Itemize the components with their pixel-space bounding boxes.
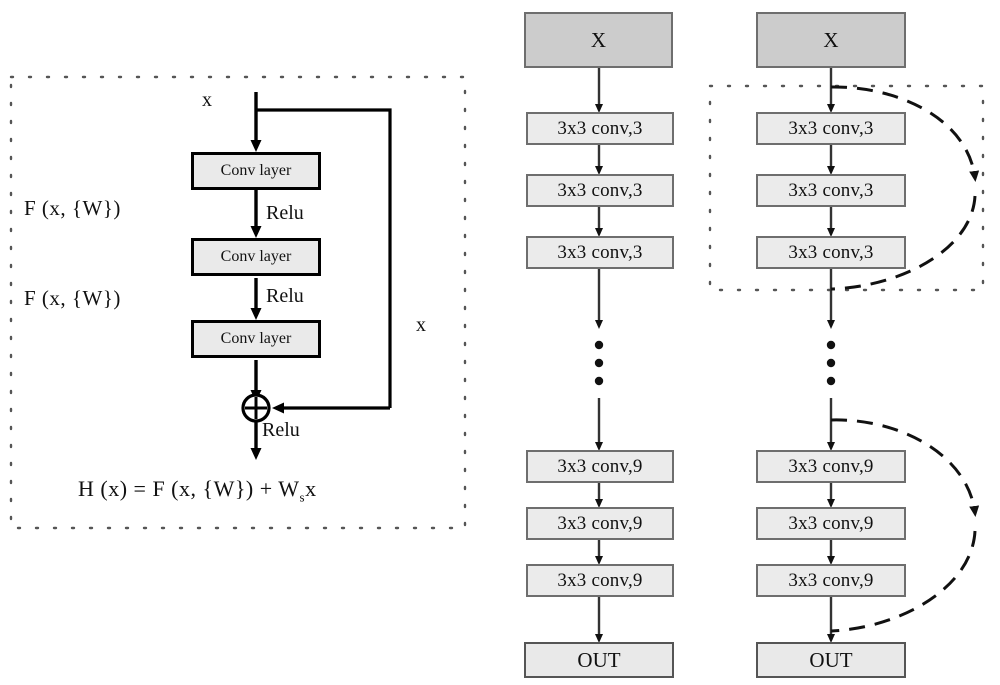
conv-layer-box-1[interactable]: Conv layer — [191, 152, 321, 190]
right-ellipsis-dot-3 — [826, 376, 836, 386]
right-conv-box-6[interactable]: 3x3 conv,9 — [756, 564, 906, 597]
residual-equation: H (x) = F (x, {W}) + Wsx — [78, 476, 317, 504]
relu-label-2: Relu — [266, 285, 304, 307]
mid-conv-box-4[interactable]: 3x3 conv,9 — [526, 450, 674, 483]
conv-layer-box-2[interactable]: Conv layer — [191, 238, 321, 276]
mid-ellipsis-dot-2 — [594, 358, 604, 368]
right-conv-box-1[interactable]: 3x3 conv,3 — [756, 112, 906, 145]
mid-conv-box-3[interactable]: 3x3 conv,3 — [526, 236, 674, 269]
right-conv-box-5[interactable]: 3x3 conv,9 — [756, 507, 906, 540]
left-input-label: x — [202, 89, 212, 111]
relu-label-1: Relu — [266, 202, 304, 224]
right-conv-box-3[interactable]: 3x3 conv,3 — [756, 236, 906, 269]
mid-conv-box-2[interactable]: 3x3 conv,3 — [526, 174, 674, 207]
left-function-label-1: F (x, {W}) — [24, 196, 121, 220]
mid-input-box[interactable]: X — [524, 12, 673, 68]
equation-part-2: x — [305, 476, 317, 501]
right-conv-box-4[interactable]: 3x3 conv,9 — [756, 450, 906, 483]
left-function-label-2: F (x, {W}) — [24, 286, 121, 310]
right-ellipsis-dot-2 — [826, 358, 836, 368]
mid-conv-box-1[interactable]: 3x3 conv,3 — [526, 112, 674, 145]
right-conv-box-2[interactable]: 3x3 conv,3 — [756, 174, 906, 207]
right-output-box[interactable]: OUT — [756, 642, 906, 678]
left-identity-label: x — [416, 314, 426, 336]
relu-label-3: Relu — [262, 419, 300, 441]
conv-layer-box-3[interactable]: Conv layer — [191, 320, 321, 358]
equation-part-1: H (x) = F (x, {W}) + W — [78, 476, 300, 501]
mid-conv-box-5[interactable]: 3x3 conv,9 — [526, 507, 674, 540]
mid-output-box[interactable]: OUT — [524, 642, 674, 678]
mid-ellipsis-dot-1 — [594, 340, 604, 350]
right-input-box[interactable]: X — [756, 12, 906, 68]
mid-ellipsis-dot-3 — [594, 376, 604, 386]
figure-root: x F (x, {W}) F (x, {W}) Conv layer Conv … — [0, 0, 1000, 685]
right-ellipsis-dot-1 — [826, 340, 836, 350]
mid-conv-box-6[interactable]: 3x3 conv,9 — [526, 564, 674, 597]
